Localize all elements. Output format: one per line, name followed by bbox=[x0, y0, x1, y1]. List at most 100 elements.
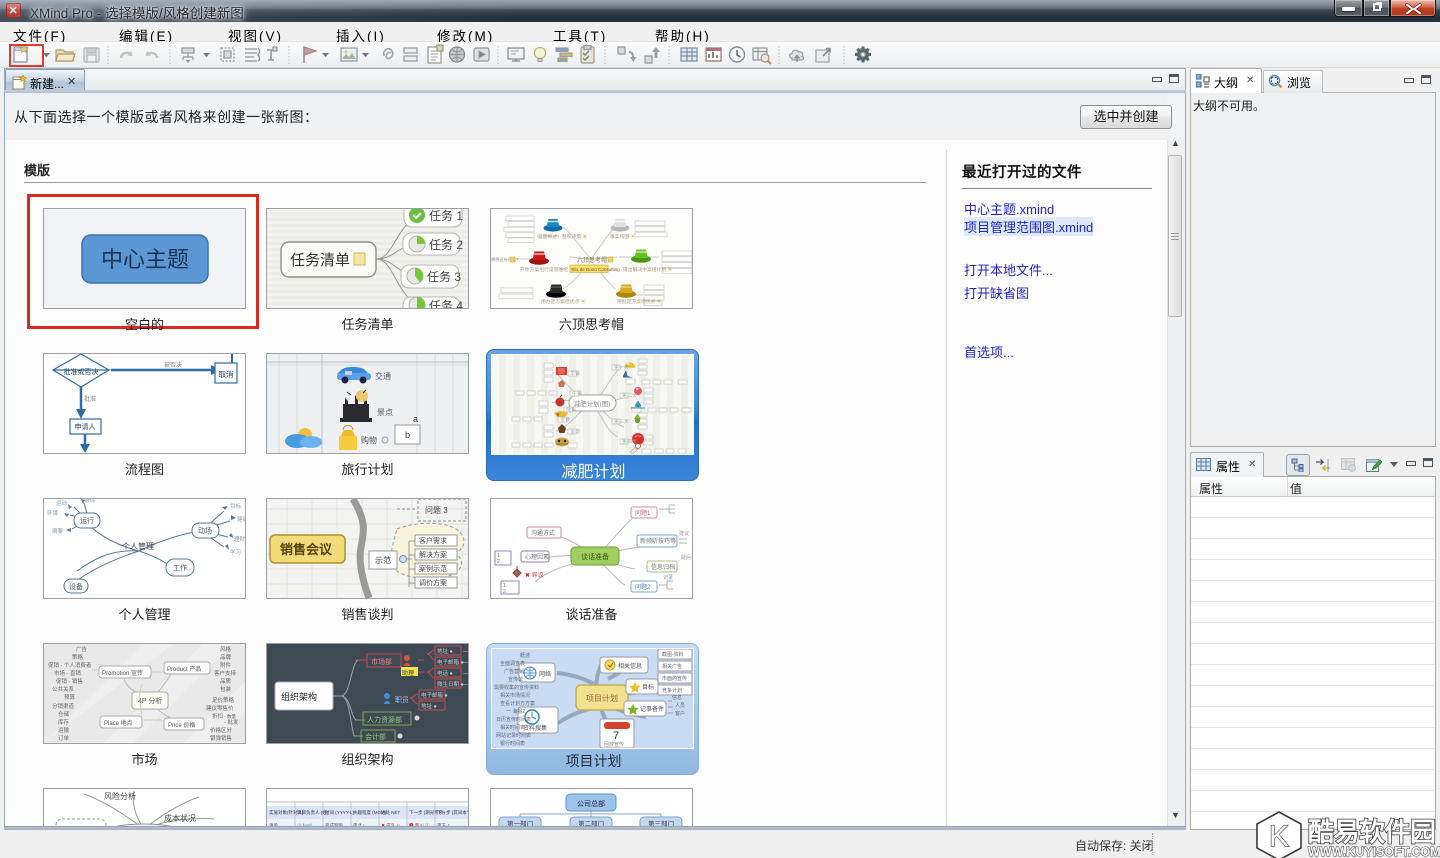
svg-text:附件: 附件 bbox=[220, 661, 232, 669]
svg-text:个人管理: 个人管理 bbox=[122, 541, 154, 551]
svg-text:截图-资料: 截图-资料 bbox=[662, 651, 684, 658]
svg-text:- 批发: - 批发 bbox=[224, 718, 239, 726]
svg-text:电话 ●: 电话 ● bbox=[437, 669, 453, 677]
svg-text:购物: 购物 bbox=[361, 435, 377, 445]
svg-text:心理因素: 心理因素 bbox=[525, 553, 549, 561]
svg-text:日历宣传时间表: 日历宣传时间表 bbox=[496, 716, 531, 723]
svg-text:人员: 人员 bbox=[675, 703, 685, 709]
svg-text:锻炼: 锻炼 bbox=[84, 499, 96, 504]
svg-text:预算: 预算 bbox=[64, 693, 76, 701]
svg-text:相关市场情况: 相关市场情况 bbox=[500, 692, 530, 699]
svg-text:策略: 策略 bbox=[72, 653, 84, 661]
svg-text:疑问: 疑问 bbox=[681, 554, 691, 561]
svg-text:客户: 客户 bbox=[675, 710, 685, 717]
svg-text:记录: 记录 bbox=[663, 574, 673, 581]
svg-text:取消: 取消 bbox=[219, 369, 234, 379]
svg-text:查看计划方方案: 查看计划方方案 bbox=[500, 700, 535, 707]
svg-text:零食: 零食 bbox=[560, 416, 570, 423]
svg-text:谈话准备: 谈话准备 bbox=[581, 552, 609, 561]
svg-text:目标: 目标 bbox=[642, 683, 654, 691]
svg-text:新倾听技巧等: 新倾听技巧等 bbox=[640, 537, 676, 545]
svg-text:组织架构: 组织架构 bbox=[281, 691, 317, 702]
svg-text:风格: 风格 bbox=[220, 645, 232, 653]
svg-text:项目负责人 (姓): 项目负责人 (姓) bbox=[297, 809, 329, 816]
svg-text:解决方案: 解决方案 bbox=[419, 550, 447, 559]
svg-text:第四天: 第四天 bbox=[622, 438, 637, 445]
svg-text:概述: 概述 bbox=[520, 652, 530, 659]
svg-text:任务 1: 任务 1 bbox=[429, 209, 463, 223]
svg-text:Price 价格: Price 价格 bbox=[168, 721, 195, 729]
svg-text:信息归档: 信息归档 bbox=[651, 563, 675, 571]
svg-text:价格区分: 价格区分 bbox=[210, 726, 233, 734]
svg-text:理财: 理财 bbox=[234, 535, 245, 543]
svg-text:公共关系: 公共关系 bbox=[52, 685, 75, 693]
svg-text:客户需求: 客户需求 bbox=[419, 536, 447, 545]
svg-text:沟通方式: 沟通方式 bbox=[531, 529, 555, 537]
svg-text:相关时间表: 相关时间表 bbox=[500, 724, 525, 731]
svg-text:设备: 设备 bbox=[69, 582, 83, 591]
svg-text:第三天: 第三天 bbox=[614, 418, 629, 425]
svg-text:2.: 2. bbox=[497, 559, 501, 565]
svg-text:运动: 运动 bbox=[570, 428, 580, 435]
svg-text:运行: 运行 bbox=[80, 516, 94, 525]
svg-text:地址 ●: 地址 ● bbox=[421, 702, 437, 710]
svg-text:成本状况: 成本状况 bbox=[164, 813, 196, 823]
svg-text:运动: 运动 bbox=[56, 499, 68, 507]
svg-text:网站记录时间表: 网站记录时间表 bbox=[496, 732, 531, 739]
svg-text:销售会议: 销售会议 bbox=[280, 542, 333, 557]
svg-text:开你方案组行设思维组 ▣: 开你方案组行设思维组 ▣ bbox=[520, 266, 574, 273]
svg-text:品质: 品质 bbox=[220, 677, 232, 685]
svg-text:广告: 广告 bbox=[76, 645, 88, 653]
svg-text:进处 NET: 进处 NET bbox=[381, 809, 401, 816]
svg-text:被否决: 被否决 bbox=[164, 361, 182, 369]
svg-text:会计部: 会计部 bbox=[365, 732, 386, 741]
svg-text:Place 地点: Place 地点 bbox=[104, 719, 133, 727]
svg-text:交通: 交通 bbox=[375, 371, 391, 381]
svg-text:包装: 包装 bbox=[220, 685, 232, 693]
svg-text:午餐: 午餐 bbox=[572, 390, 582, 397]
svg-text:第二天: 第二天 bbox=[622, 392, 637, 399]
svg-text:任务 3: 任务 3 bbox=[427, 269, 461, 284]
svg-text:促销 - 个人消费者: 促销 - 个人消费者 bbox=[48, 661, 92, 669]
svg-text:公司总部: 公司总部 bbox=[577, 799, 605, 808]
svg-text:相关广告: 相关广告 bbox=[662, 663, 682, 670]
svg-text:—: — bbox=[463, 671, 468, 677]
svg-text:银弹销售: 银弹销售 bbox=[210, 734, 232, 742]
svg-text:宣传单: 宣传单 bbox=[508, 676, 523, 683]
svg-text:工作: 工作 bbox=[173, 563, 187, 572]
svg-text:批准或否决: 批准或否决 bbox=[64, 367, 99, 376]
svg-text:项目计划: 项目计划 bbox=[586, 693, 618, 703]
svg-text:7: 7 bbox=[613, 730, 619, 742]
svg-text:示范: 示范 bbox=[375, 555, 391, 565]
svg-text:案例示范: 案例示范 bbox=[419, 564, 447, 573]
svg-text:b: b bbox=[405, 430, 410, 440]
svg-text:Six de Bono Consulting: Six de Bono Consulting bbox=[572, 267, 620, 272]
svg-text:时间 (YYYY-L): 时间 (YYYY-L) bbox=[325, 809, 354, 816]
svg-text:微生日期 ●: 微生日期 ● bbox=[437, 680, 464, 688]
svg-text:4P 分析: 4P 分析 bbox=[138, 696, 162, 705]
svg-text:促销 - 销售: 促销 - 销售 bbox=[56, 677, 83, 685]
svg-text:建议: 建议 bbox=[679, 530, 689, 537]
svg-text:人力资源部: 人力资源部 bbox=[367, 715, 402, 724]
svg-text:足价策略: 足价策略 bbox=[212, 696, 235, 704]
svg-text:用办定方案组优点 ▣: 用办定方案组优点 ▣ bbox=[541, 298, 586, 305]
svg-text:a: a bbox=[413, 414, 418, 424]
svg-text:任务 2: 任务 2 bbox=[429, 237, 463, 252]
svg-text:事实构图 ▣: 事实构图 ▣ bbox=[610, 233, 636, 240]
svg-text:一 海报2: 一 海报2 bbox=[506, 708, 525, 715]
svg-text:摘要: 摘要 bbox=[52, 527, 64, 535]
svg-text:下一步 (其间本专家: 下一步 (其间本专家 bbox=[437, 809, 468, 816]
svg-text:客户支持: 客户支持 bbox=[214, 669, 237, 677]
svg-text:WWW.KUYISOFT.COM: WWW.KUYISOFT.COM bbox=[1308, 845, 1440, 858]
svg-text:地址 ●: 地址 ● bbox=[437, 647, 453, 655]
svg-text:学习: 学习 bbox=[230, 548, 241, 556]
svg-text:Product 产品: Product 产品 bbox=[167, 665, 201, 673]
svg-text:折扣 - 数量: 折扣 - 数量 bbox=[212, 712, 237, 720]
svg-text:运输: 运输 bbox=[58, 726, 70, 734]
svg-text:Promotion 宣传: Promotion 宣传 bbox=[102, 669, 143, 677]
svg-text:减肥计划(图): 减肥计划(图) bbox=[574, 399, 611, 408]
svg-text:广告营销: 广告营销 bbox=[504, 668, 524, 675]
svg-text:需要收集的宣传资料: 需要收集的宣传资料 bbox=[494, 684, 539, 691]
svg-text:分销渠道: 分销渠道 bbox=[52, 702, 75, 710]
svg-text:—: — bbox=[463, 660, 468, 666]
